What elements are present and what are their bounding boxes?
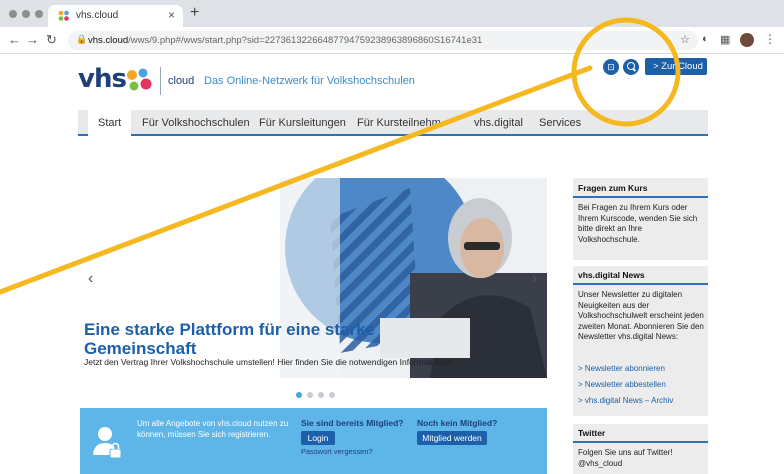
secure-lock-icon: 🔒 — [76, 34, 88, 44]
slider-dot[interactable] — [307, 392, 313, 398]
sidebar-divider — [573, 196, 708, 198]
logo-dots-icon — [127, 68, 152, 91]
twitter-handle[interactable]: @vhs_cloud — [578, 459, 704, 470]
nav-item-kursteilnehmende[interactable]: Für Kursteilnehm — [357, 117, 441, 129]
news-archive-link[interactable]: > vhs.digital News – Archiv — [578, 396, 673, 405]
course-heading: Fragen zum Kurs — [578, 183, 648, 193]
login-lock-icon[interactable]: ⊡ — [603, 59, 619, 75]
news-text: Unser Newsletter zu digitalen Neuigkeite… — [578, 290, 704, 341]
address-bar[interactable]: 🔒 vhs.cloud/wws/9.php#/wws/start.php?sid… — [68, 31, 698, 50]
search-icon[interactable] — [623, 59, 639, 75]
twitter-text: Folgen Sie uns auf Twitter! — [578, 448, 673, 457]
tab-close-icon[interactable]: × — [168, 8, 175, 22]
sidebar-divider — [573, 441, 708, 443]
new-tab-button[interactable]: + — [190, 4, 199, 22]
sidebar-divider — [573, 283, 708, 285]
hero-subtitle: Jetzt den Vertrag Ihrer Volkshochschule … — [84, 357, 454, 367]
extension-icon[interactable]: ◐ — [702, 33, 709, 45]
hero-next-icon[interactable]: › — [532, 270, 537, 288]
logo-divider — [160, 67, 161, 95]
nav-item-services[interactable]: Services — [539, 117, 581, 129]
tab-title: vhs.cloud — [76, 10, 119, 21]
news-heading: vhs.digital News — [578, 270, 645, 280]
maximize-window-icon[interactable] — [35, 10, 43, 18]
member-heading: Sie sind bereits Mitglied? — [301, 418, 404, 428]
minimize-window-icon[interactable] — [22, 10, 30, 18]
bookmark-star-icon[interactable]: ☆ — [680, 33, 690, 46]
slider-dots — [296, 385, 340, 403]
browser-toolbar: ← → ↻ 🔒 vhs.cloud/wws/9.php#/wws/start.p… — [0, 27, 784, 54]
site-tagline: Das Online-Netzwerk für Volkshochschulen — [204, 75, 415, 87]
course-text: Bei Fragen zu Ihrem Kurs oder Ihrem Kurs… — [578, 203, 698, 244]
nav-item-kursleitungen[interactable]: Für Kursleitungen — [259, 117, 346, 129]
browser-tab[interactable]: vhs.cloud × — [48, 5, 183, 27]
twitter-heading: Twitter — [578, 428, 606, 438]
browser-tabbar: vhs.cloud × + — [0, 0, 784, 27]
profile-avatar[interactable] — [740, 33, 754, 47]
user-lock-icon — [93, 427, 122, 459]
browser-menu-icon[interactable]: ⋮ — [764, 32, 776, 46]
nonmember-heading: Noch kein Mitglied? — [417, 418, 498, 428]
nav-item-start[interactable]: Start — [88, 110, 132, 136]
nav-item-volkshochschulen[interactable]: Für Volkshochschulen — [142, 117, 250, 129]
extensions-grid-icon[interactable]: ▦ — [720, 33, 730, 46]
main-navigation: Start Für Volkshochschulen Für Kursleitu… — [78, 110, 708, 136]
registration-info: Um alle Angebote von vhs.cloud nutzen zu… — [137, 419, 289, 439]
url-text: vhs.cloud/wws/9.php#/wws/start.php?sid=2… — [88, 35, 483, 46]
logo-cloud-label: cloud — [168, 75, 195, 87]
reload-icon[interactable]: ↻ — [46, 32, 57, 48]
hero-caption: Eine starke Plattform für eine starke Ge… — [84, 320, 464, 358]
login-button[interactable]: Login — [301, 431, 335, 445]
vhs-favicon-icon — [58, 10, 69, 21]
slider-dot[interactable] — [296, 392, 302, 398]
newsletter-subscribe-link[interactable]: > Newsletter abonnieren — [578, 364, 665, 373]
forward-icon[interactable]: → — [26, 32, 39, 47]
hero-title: Eine starke Plattform für eine starke Ge… — [84, 320, 376, 358]
forgot-password-link[interactable]: Passwort vergessen? — [301, 447, 373, 456]
newsletter-unsubscribe-link[interactable]: > Newsletter abbestellen — [578, 380, 666, 389]
hero-prev-icon[interactable]: ‹ — [88, 270, 93, 288]
logo-text: vhs — [78, 64, 127, 94]
back-icon[interactable]: ← — [8, 32, 21, 47]
slider-dot[interactable] — [318, 392, 324, 398]
join-button[interactable]: Mitglied werden — [417, 431, 487, 445]
nav-item-vhs-digital[interactable]: vhs.digital — [474, 117, 523, 129]
slider-dot[interactable] — [329, 392, 335, 398]
close-window-icon[interactable] — [9, 10, 17, 18]
vhs-logo[interactable]: vhs — [78, 64, 152, 94]
zur-cloud-button[interactable]: > Zur Cloud — [645, 58, 707, 75]
